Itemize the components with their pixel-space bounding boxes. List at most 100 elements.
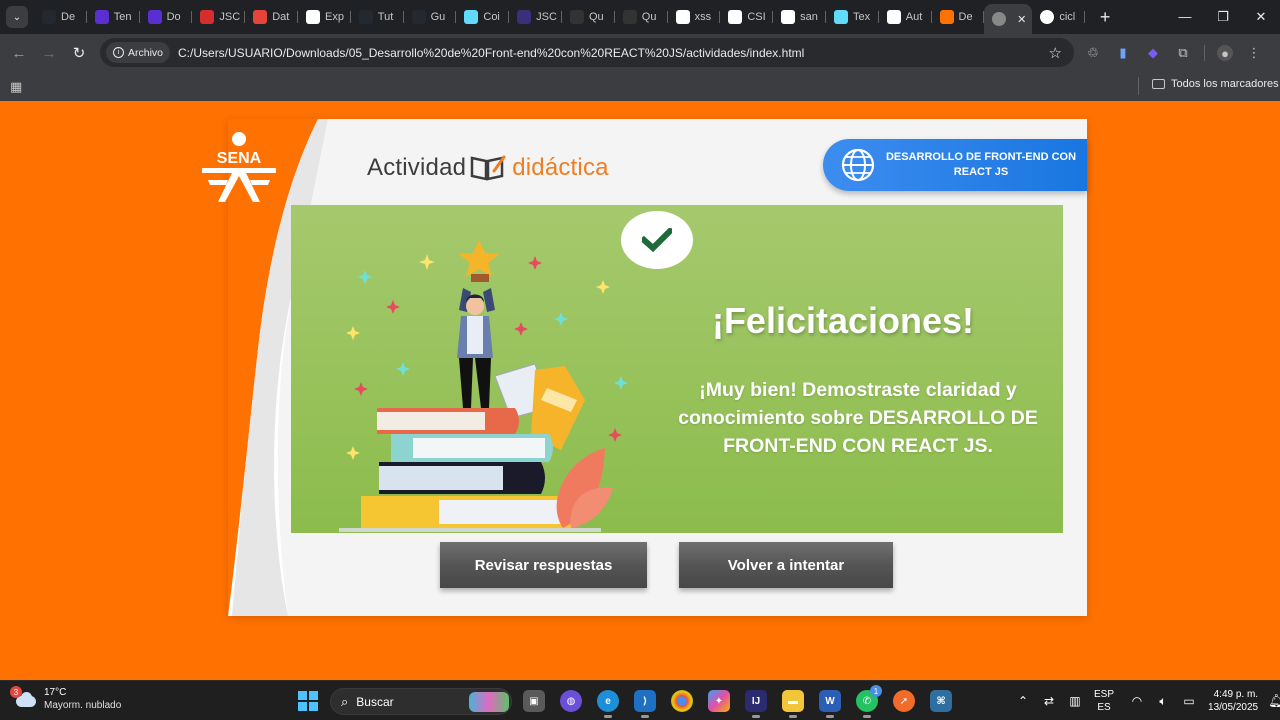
address-bar[interactable]: i Archivo C:/Users/USUARIO/Downloads/05_… xyxy=(100,38,1074,67)
chevron-up-icon[interactable]: ⌃ xyxy=(1010,694,1036,708)
congrats-message: ¡Muy bien! Demostraste claridad y conoci… xyxy=(678,379,1038,457)
minimize-icon[interactable]: — xyxy=(1166,0,1204,34)
url-text[interactable]: C:/Users/USUARIO/Downloads/05_Desarrollo… xyxy=(178,46,804,60)
review-answers-button[interactable]: Revisar respuestas xyxy=(440,542,647,588)
back-icon[interactable]: ← xyxy=(4,45,34,62)
react-icon xyxy=(833,10,848,24)
browser-tab-strip: ⌄ De Ten Do JSC Dat Exp Tut Gu Coi JSC Qu Qu xss CSI s… xyxy=(0,0,1280,34)
reload-icon[interactable]: ↻ xyxy=(64,44,94,62)
tray-switch-icon[interactable]: ⇄ xyxy=(1036,694,1062,708)
browser-tab[interactable]: san xyxy=(773,3,826,31)
obs-icon xyxy=(517,10,532,24)
browser-tab[interactable]: Coi xyxy=(456,3,509,31)
copilot-icon[interactable]: ✦ xyxy=(708,690,730,712)
browser-tab[interactable]: Qu xyxy=(615,3,668,31)
browser-tab[interactable]: JSC xyxy=(192,3,245,31)
word-icon[interactable]: W xyxy=(819,690,841,718)
browser-tab[interactable]: Gu xyxy=(404,3,457,31)
tab-list: De Ten Do JSC Dat Exp Tut Gu Coi JSC Qu Qu xss CSI san… xyxy=(34,0,1085,34)
forward-icon[interactable]: → xyxy=(34,45,64,62)
windows-taskbar: 3 17°C Mayorm. nublado ⌕ Buscar ▣ ◍ e ⟩ … xyxy=(0,680,1280,720)
clock[interactable]: 4:49 p. m. 13/05/2025 xyxy=(1208,688,1258,714)
browser-tab[interactable]: De xyxy=(932,3,985,31)
browser-tab[interactable]: Aut xyxy=(879,3,932,31)
tab-label: xss xyxy=(694,11,712,23)
browser-tab[interactable]: Exp xyxy=(298,3,351,31)
course-badge-text: DESARROLLO DE FRONT-END CON REACT JS xyxy=(885,151,1077,178)
extension-icons: ♲ ▮ ◆ ⧉ ● ⋮ xyxy=(1084,34,1263,72)
search-label: Buscar xyxy=(356,694,394,709)
sena-logo: SENA xyxy=(202,132,276,202)
browser-tab[interactable]: De xyxy=(34,3,87,31)
google-icon xyxy=(1040,10,1055,24)
edge-icon[interactable]: e xyxy=(597,690,619,718)
file-explorer-icon[interactable]: ▬ xyxy=(782,690,804,718)
whatsapp-icon[interactable]: ✆ 1 xyxy=(856,685,882,718)
battery-icon[interactable]: ▭ xyxy=(1176,694,1202,708)
browser-tab-active[interactable]: ✕ xyxy=(984,4,1033,34)
student-books-illustration xyxy=(339,240,628,532)
weather-widget[interactable]: 3 17°C Mayorm. nublado xyxy=(10,686,121,712)
windows-start-icon[interactable] xyxy=(298,691,318,711)
postman-icon[interactable]: ➚ xyxy=(893,690,915,712)
info-icon: i xyxy=(113,47,124,58)
tab-label: Gu xyxy=(430,11,446,23)
browser-tab[interactable]: Ten xyxy=(87,3,140,31)
browser-tab[interactable]: Tex xyxy=(826,3,879,31)
notification-bell-icon[interactable]: 🔔︎ xyxy=(1268,693,1280,709)
browser-toolbar: ← → ↻ i Archivo C:/Users/USUARIO/Downloa… xyxy=(0,34,1280,72)
quill-icon xyxy=(94,10,109,24)
github-icon xyxy=(411,10,426,24)
extension-docs-icon[interactable]: ▮ xyxy=(1114,44,1132,62)
site-info-chip[interactable]: i Archivo xyxy=(106,42,171,63)
bookmark-star-icon[interactable]: ☆ xyxy=(1049,44,1062,62)
medium-icon xyxy=(886,10,901,24)
all-bookmarks-button[interactable]: Todos los marcadores xyxy=(1152,78,1279,90)
weather-badge: 3 xyxy=(10,686,22,698)
activity-title: Actividad didáctica xyxy=(367,154,609,182)
vscode-icon[interactable]: ⟩ xyxy=(634,690,656,718)
language-top: ESP xyxy=(1094,689,1115,700)
terminal-icon[interactable]: ⌘ xyxy=(930,690,952,712)
chrome-icon[interactable] xyxy=(671,690,693,712)
extensions-puzzle-icon[interactable]: ⧉ xyxy=(1174,44,1192,62)
tab-label: JSC xyxy=(219,11,241,23)
extension-shape-icon[interactable]: ◆ xyxy=(1144,44,1162,62)
checkmark-icon xyxy=(642,228,672,252)
taskbar-search[interactable]: ⌕ Buscar xyxy=(330,688,512,715)
intellij-icon[interactable]: IJ xyxy=(745,690,767,718)
tab-label: Do xyxy=(166,11,181,23)
browser-tab[interactable]: Dat xyxy=(245,3,298,31)
search-highlight-image xyxy=(469,692,509,712)
close-tab-icon[interactable]: ✕ xyxy=(1017,13,1026,26)
browser-tab[interactable]: cicl xyxy=(1032,3,1085,31)
browser-tab[interactable]: CSI xyxy=(720,3,773,31)
taskbar-apps: ▣ ◍ e ⟩ ✦ IJ ▬ W ✆ 1 ➚ ⌘ xyxy=(523,685,952,718)
volume-icon[interactable]: 🔈︎ xyxy=(1150,694,1176,709)
new-tab-button[interactable]: + xyxy=(1093,7,1117,28)
browser-tab[interactable]: xss xyxy=(668,3,721,31)
browser-tab[interactable]: Tut xyxy=(351,3,404,31)
tray-stats-icon[interactable]: ▥ xyxy=(1062,694,1088,708)
menu-icon[interactable]: ⋮ xyxy=(1245,44,1263,62)
tab-label: san xyxy=(800,11,818,23)
extension-recycle-icon[interactable]: ♲ xyxy=(1084,44,1102,62)
chat-app-icon[interactable]: ◍ xyxy=(560,690,582,712)
profile-avatar[interactable]: ● xyxy=(1217,45,1233,61)
tab-label: De xyxy=(61,11,76,23)
browser-tab[interactable]: JSC xyxy=(509,3,562,31)
google-icon xyxy=(781,10,796,24)
close-window-icon[interactable]: ✕ xyxy=(1242,0,1280,34)
window-controls: — ❐ ✕ xyxy=(1166,0,1280,34)
tab-search-button[interactable]: ⌄ xyxy=(6,6,28,28)
language-indicator[interactable]: ESP ES xyxy=(1094,688,1114,714)
wifi-icon[interactable]: ◠ xyxy=(1124,694,1150,708)
apps-grid-icon[interactable]: ▦ xyxy=(10,79,22,95)
tab-label: JSC xyxy=(536,11,557,23)
retry-button[interactable]: Volver a intentar xyxy=(679,542,893,588)
task-view-icon[interactable]: ▣ xyxy=(523,690,545,712)
browser-tab[interactable]: Qu xyxy=(562,3,615,31)
browser-tab[interactable]: Do xyxy=(140,3,193,31)
globe-icon xyxy=(992,12,1007,26)
maximize-icon[interactable]: ❐ xyxy=(1204,0,1242,34)
